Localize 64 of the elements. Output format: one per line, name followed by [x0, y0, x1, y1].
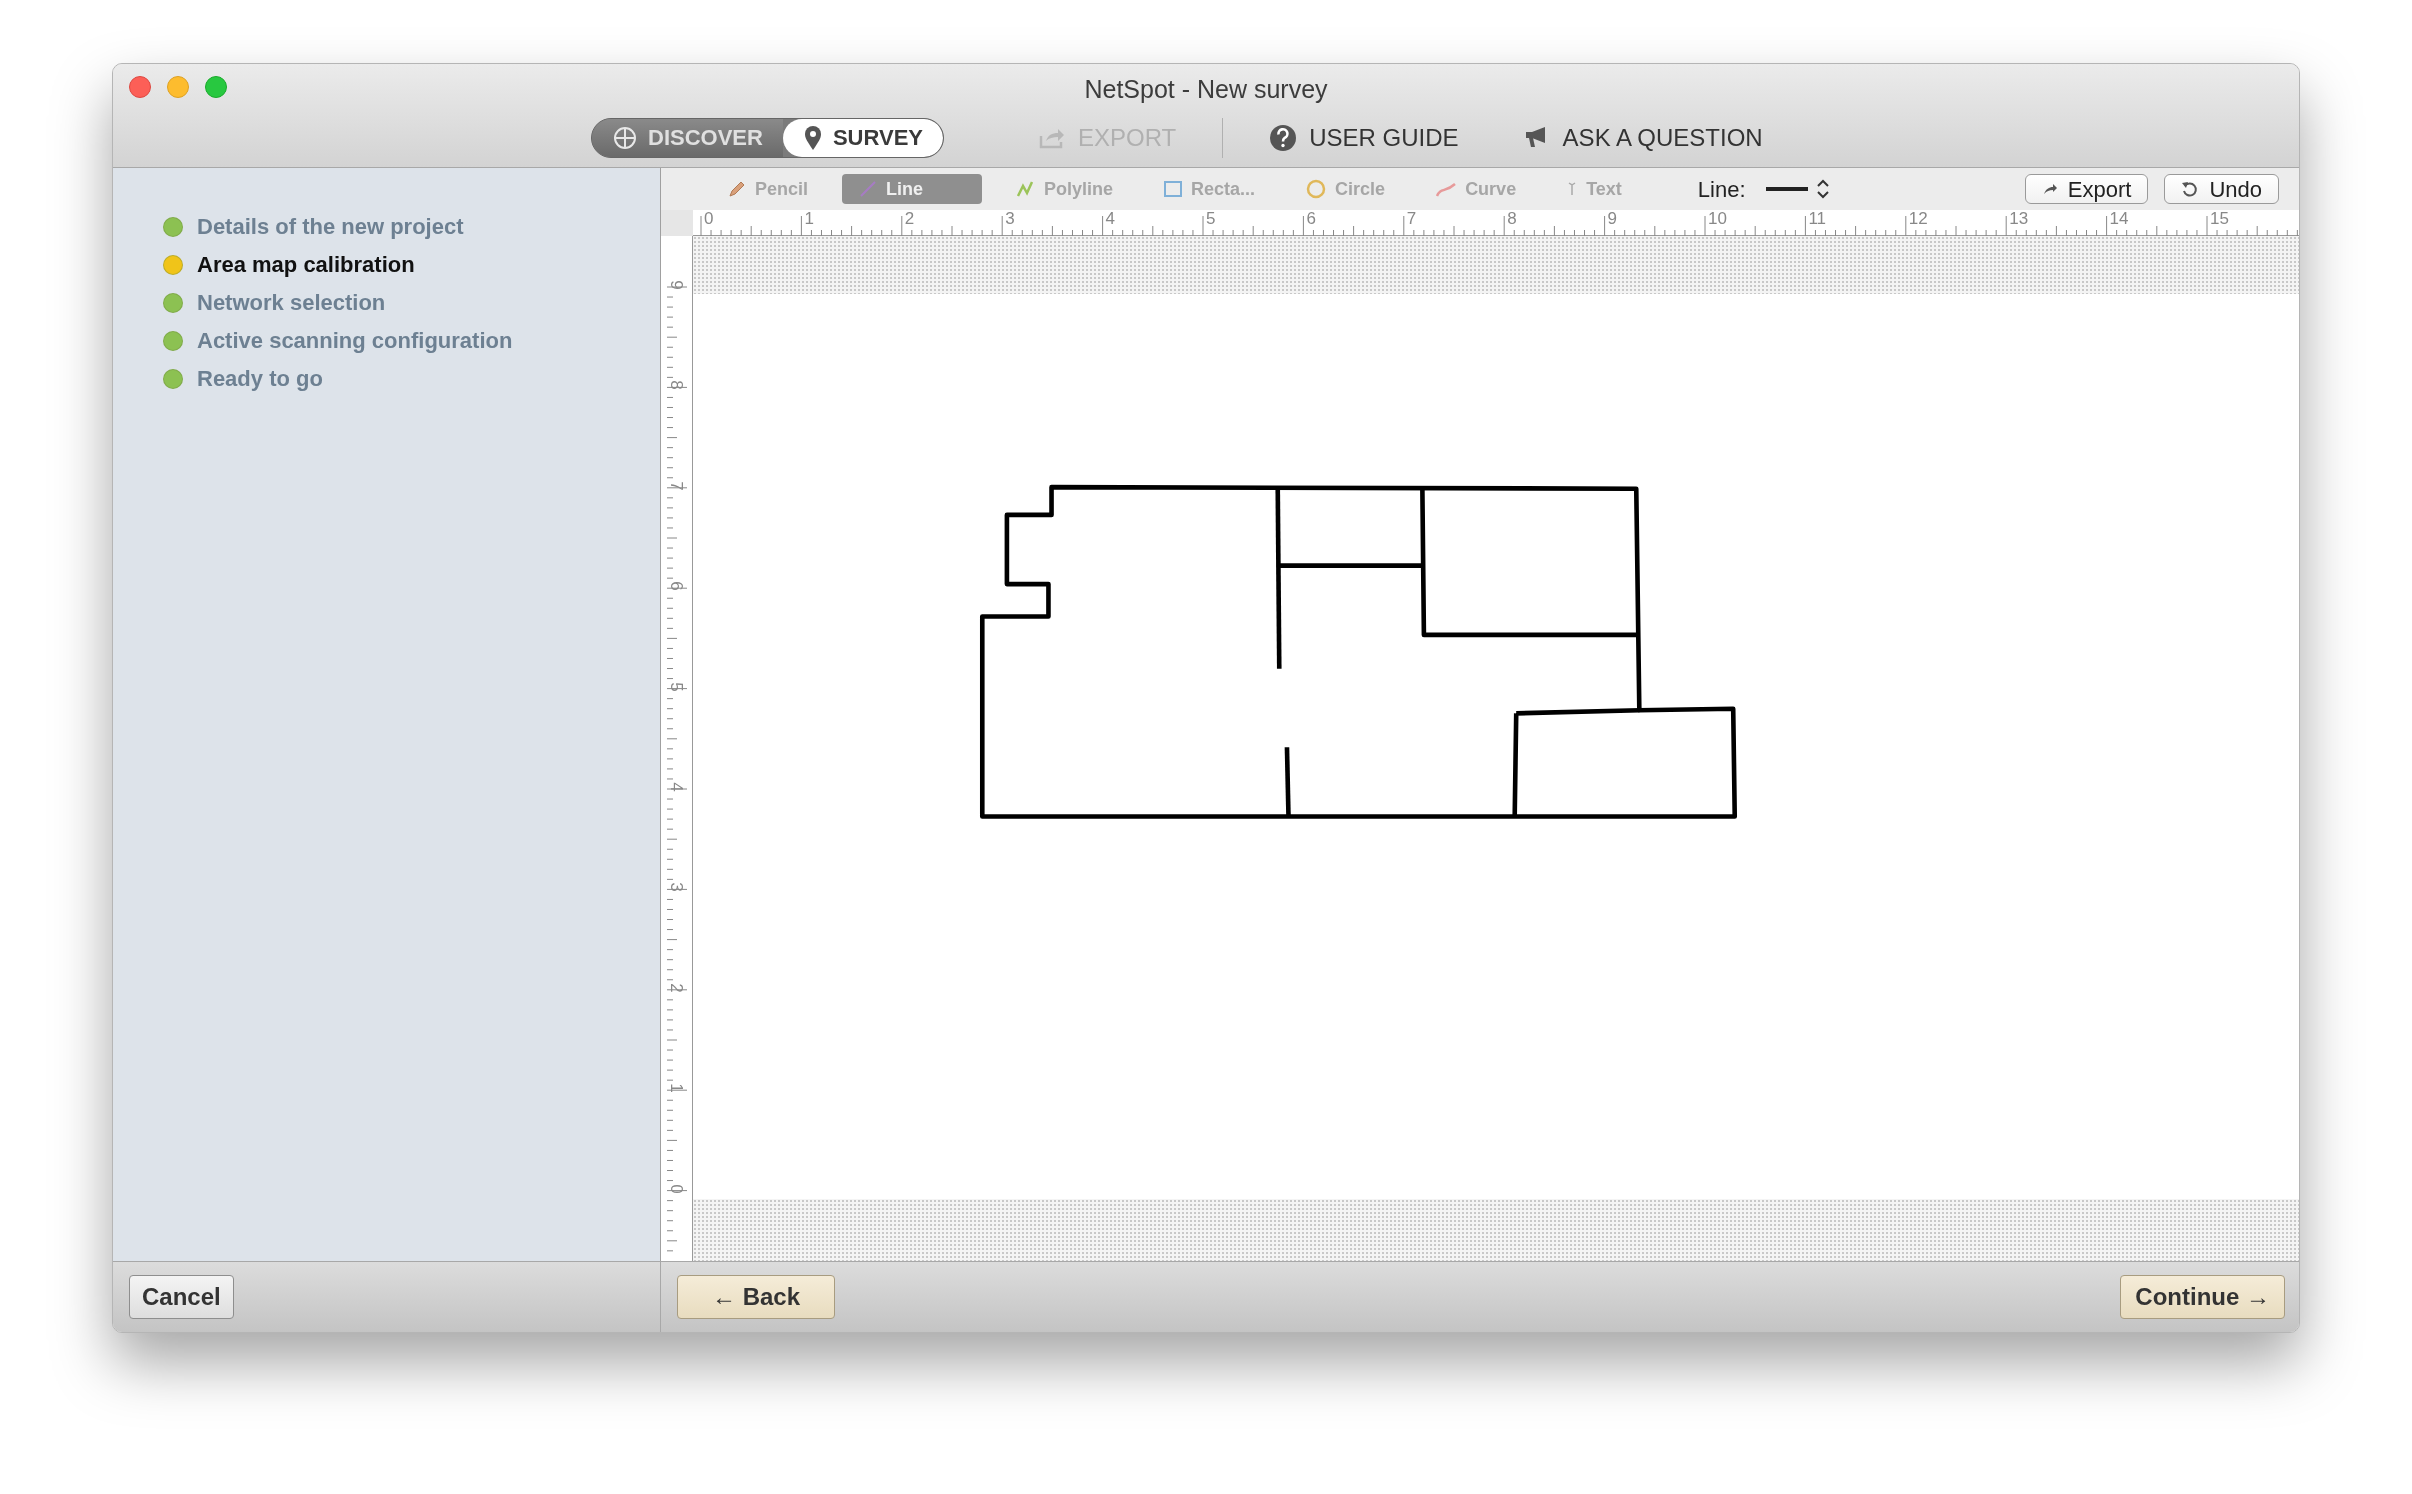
ruler-label: 9 [666, 280, 685, 290]
crosshair-icon [612, 124, 638, 151]
step-label: Details of the new project [197, 213, 464, 241]
ruler-label: 6 [1306, 210, 1316, 228]
circle-icon [1305, 178, 1328, 200]
back-button[interactable]: ← Back [677, 1275, 836, 1319]
ruler-label: 6 [666, 581, 685, 591]
step-label: Network selection [197, 289, 386, 317]
drawing-tool[interactable]: Circle [1289, 174, 1402, 204]
ruler-label: 11 [1808, 210, 1827, 228]
undo-icon [2181, 180, 2200, 198]
ruler-label: 0 [704, 210, 714, 228]
mode-tab[interactable]: SURVEY [782, 118, 943, 157]
pencil-icon [727, 179, 747, 199]
ruler-label: 15 [2210, 210, 2229, 228]
cancel-button[interactable]: Cancel [129, 1275, 234, 1319]
ruler-label: 8 [1507, 210, 1517, 228]
ruler-label: 7 [1406, 210, 1417, 228]
mode-tab[interactable]: DISCOVER [592, 118, 783, 157]
ruler-label: 0 [666, 1183, 685, 1194]
ruler-label: 8 [666, 380, 685, 391]
ruler-label: 4 [666, 782, 685, 792]
ruler-label: 1 [666, 1083, 685, 1093]
ruler-label: 1 [804, 210, 814, 228]
line-sample-icon [1765, 186, 1808, 192]
ruler-label: 3 [1005, 210, 1015, 228]
drawing-tool[interactable]: Polyline [1000, 174, 1130, 204]
editor-button[interactable]: Undo [2164, 174, 2279, 204]
drawing-tool[interactable]: Text [1550, 174, 1638, 204]
line-icon [858, 179, 879, 199]
ruler-label: 2 [666, 983, 685, 993]
close-button[interactable] [129, 76, 151, 98]
step-label: Ready to go [197, 365, 323, 393]
ruler-label: 13 [2009, 210, 2029, 228]
ruler-label: 9 [1607, 210, 1618, 228]
ruler-label: 7 [666, 481, 685, 491]
ruler-label: 12 [1908, 210, 1928, 228]
stepper-arrows-icon [1815, 178, 1830, 200]
ruler-label: 5 [1206, 210, 1216, 228]
toolbar-button[interactable]: ASK A QUESTION [1522, 119, 1763, 156]
location-pin-icon [802, 124, 823, 151]
ruler-label: 3 [666, 882, 685, 893]
step-label: Area map calibration [197, 251, 415, 279]
rectangle-icon [1163, 179, 1184, 199]
drawing-tool[interactable]: Line [842, 174, 983, 204]
step-label: Active scanning configuration [197, 327, 513, 355]
line-width-label: Line: [1697, 175, 1746, 204]
drawing-tool[interactable]: Recta... [1147, 174, 1272, 204]
ruler-label: 5 [666, 681, 685, 692]
ruler-label: 10 [1708, 210, 1727, 228]
toolbar-button[interactable]: USER GUIDE [1269, 119, 1459, 156]
zoom-button[interactable] [205, 76, 227, 98]
minimize-button[interactable] [167, 76, 189, 98]
ruler-label: 14 [2109, 210, 2129, 228]
help-icon [1269, 123, 1298, 152]
window-title: NetSpot - New survey [1084, 74, 1328, 106]
drawing-tool[interactable]: Pencil [711, 174, 825, 204]
line-style-picker[interactable] [1765, 178, 1830, 200]
editor-button[interactable]: Export [2024, 174, 2149, 204]
drawing-tool[interactable]: Curve [1419, 174, 1533, 204]
ruler-label: 2 [904, 210, 915, 228]
continue-button[interactable]: Continue → [2120, 1275, 2285, 1319]
ruler-label: 4 [1105, 210, 1116, 228]
arrow-icon [2041, 182, 2058, 196]
